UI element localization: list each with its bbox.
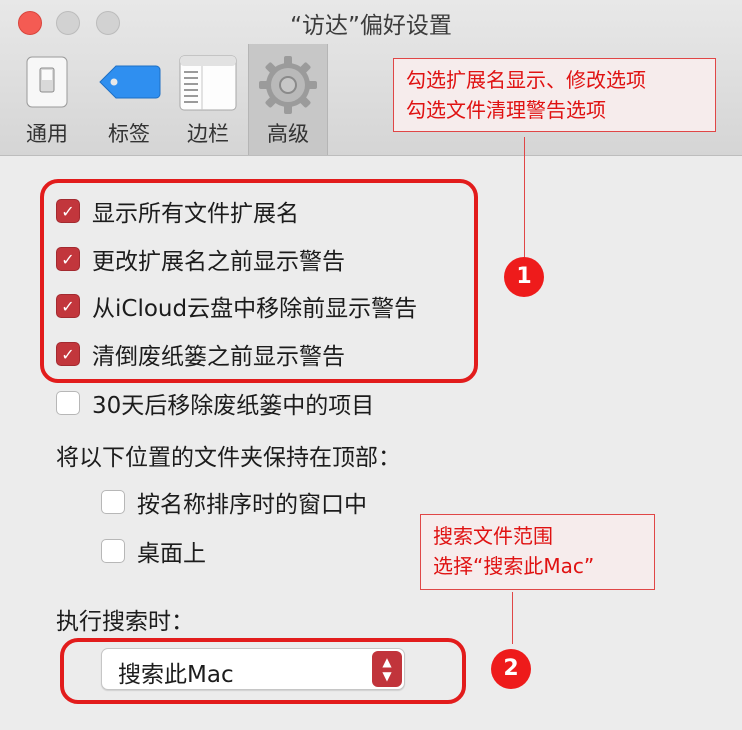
finder-preferences-window: “访达”偏好设置 通用 标签 边栏 高级 ✓ 显示所有文件扩展名 ✓ 更改扩展名… xyxy=(0,0,742,730)
search-scope-heading: 执行搜索时： xyxy=(56,609,194,635)
tag-icon xyxy=(96,54,162,114)
tab-tags[interactable]: 标签 xyxy=(90,44,168,155)
tab-advanced-label: 高级 xyxy=(267,122,309,146)
annotation-leader-2 xyxy=(512,592,513,644)
annotation-leader-1 xyxy=(524,137,525,261)
annotation-highlight-2 xyxy=(60,638,466,704)
folders-top-windows-checkbox[interactable] xyxy=(101,490,125,514)
folders-top-desktop-option[interactable]: 桌面上 xyxy=(101,533,206,569)
annotation-badge-1: 1 xyxy=(504,257,544,297)
annotation-badge-2: 2 xyxy=(491,649,531,689)
folders-on-top-heading: 将以下位置的文件夹保持在顶部： xyxy=(56,445,401,471)
sidebar-icon xyxy=(178,54,238,116)
annotation-note-1-line1: 勾选扩展名显示、修改选项 xyxy=(406,68,646,92)
remove-trash-30-days-checkbox[interactable] xyxy=(56,391,80,415)
tab-general-label: 通用 xyxy=(26,122,68,146)
remove-trash-30-days-label: 30天后移除废纸篓中的项目 xyxy=(92,393,375,419)
tab-sidebar-label: 边栏 xyxy=(187,122,229,146)
annotation-note-1: 勾选扩展名显示、修改选项 勾选文件清理警告选项 xyxy=(393,58,716,132)
tab-general[interactable]: 通用 xyxy=(8,44,86,155)
folders-top-desktop-label: 桌面上 xyxy=(137,541,206,567)
tab-tags-label: 标签 xyxy=(108,122,150,146)
folders-top-windows-label: 按名称排序时的窗口中 xyxy=(137,492,367,518)
tab-advanced[interactable]: 高级 xyxy=(248,44,328,155)
folders-top-windows-option[interactable]: 按名称排序时的窗口中 xyxy=(101,484,367,520)
annotation-note-2-line1: 搜索文件范围 xyxy=(433,524,553,548)
remove-trash-30-days-option[interactable]: 30天后移除废纸篓中的项目 xyxy=(56,385,374,421)
window-title: “访达”偏好设置 xyxy=(290,13,452,39)
gear-icon xyxy=(257,54,319,120)
annotation-note-2-line2: 选择“搜索此Mac” xyxy=(433,554,595,578)
annotation-note-1-line2: 勾选文件清理警告选项 xyxy=(406,98,606,122)
tab-sidebar[interactable]: 边栏 xyxy=(169,44,247,155)
annotation-note-2: 搜索文件范围 选择“搜索此Mac” xyxy=(420,514,655,590)
annotation-highlight-1 xyxy=(40,179,478,383)
switch-icon xyxy=(24,54,70,114)
folders-top-desktop-checkbox[interactable] xyxy=(101,539,125,563)
